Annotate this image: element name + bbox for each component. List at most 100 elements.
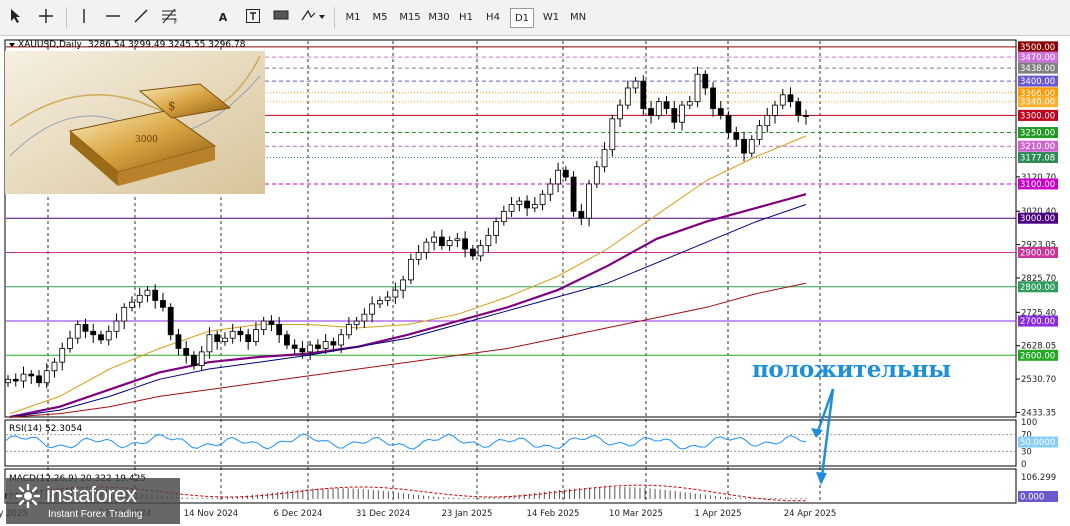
candle-body xyxy=(640,80,647,109)
gold-bar-thumbnail: 3000 $ xyxy=(5,51,265,194)
candle-body xyxy=(741,138,747,154)
candle-body xyxy=(74,324,81,339)
timeframe-m30[interactable]: M30 xyxy=(425,8,453,28)
candle-body xyxy=(686,101,693,106)
candle-body xyxy=(284,334,290,346)
price-axis: 2433.352530.702628.052725.402825.702923.… xyxy=(1016,41,1058,418)
price-level-label: 3340.00 xyxy=(1020,98,1055,108)
price-level-label: 3177.08 xyxy=(1020,154,1055,164)
candle-body xyxy=(345,324,352,336)
price-level-label: 3250.00 xyxy=(1020,129,1055,139)
candle-body xyxy=(407,258,414,281)
candle-body xyxy=(663,101,670,109)
candle-body xyxy=(90,330,97,336)
candle-body xyxy=(415,252,422,260)
candle-body xyxy=(361,313,368,322)
candle-body xyxy=(315,344,321,349)
x-tick-label: 31 Dec 2024 xyxy=(356,509,410,519)
horizontal-line-icon[interactable] xyxy=(102,8,124,28)
x-tick-label: 10 Mar 2025 xyxy=(609,509,663,519)
rsi-tick-label: 100 xyxy=(1021,418,1037,428)
candle-body xyxy=(438,236,445,247)
candle-body xyxy=(276,324,283,336)
shapes-dropdown-icon[interactable] xyxy=(298,8,328,28)
y-tick-label: 2433.35 xyxy=(1021,408,1056,418)
candle-body xyxy=(477,245,484,257)
candle-body xyxy=(51,361,58,372)
candle-body xyxy=(98,334,104,341)
timeframe-h4[interactable]: H4 xyxy=(481,8,505,28)
candle-body xyxy=(206,334,213,353)
timeframe-h1[interactable]: H1 xyxy=(454,8,478,28)
svg-text:F: F xyxy=(174,19,178,24)
candle-body xyxy=(725,115,732,133)
macd-tick-label: 106.299 xyxy=(1021,473,1056,483)
price-level-label: 2900.00 xyxy=(1020,248,1055,258)
candle-body xyxy=(268,320,275,325)
price-level-label: 2700.00 xyxy=(1020,317,1055,327)
candle-body xyxy=(245,334,252,342)
rsi-pane xyxy=(4,419,1017,467)
brand-tagline: Instant Forex Trading xyxy=(48,509,143,520)
candle-body xyxy=(175,334,182,349)
timeframe-m1[interactable]: M1 xyxy=(341,8,365,28)
toolbar-separator xyxy=(334,7,335,29)
candle-body xyxy=(795,101,802,116)
price-level-label: 3438.00 xyxy=(1020,64,1055,74)
candle-body xyxy=(764,115,771,127)
price-level-label: 3400.00 xyxy=(1020,77,1055,87)
candle-body xyxy=(152,289,159,301)
candle-body xyxy=(547,183,554,195)
candle-body xyxy=(214,334,221,342)
candle-body xyxy=(500,210,507,223)
candle-body xyxy=(609,118,616,151)
candle-body xyxy=(485,234,492,247)
candle-body xyxy=(733,132,740,140)
vertical-line-icon[interactable] xyxy=(74,8,94,28)
candle-body xyxy=(260,320,267,331)
timeframe-mn[interactable]: MN xyxy=(565,8,591,28)
candle-body xyxy=(183,348,190,356)
candle-body xyxy=(121,306,128,322)
candle-body xyxy=(82,324,89,332)
candle-body xyxy=(655,101,662,116)
candle-body xyxy=(28,373,35,377)
candle-body xyxy=(593,166,600,185)
rectangle-icon[interactable] xyxy=(270,8,292,28)
symbol-label: XAUUSD,Daily xyxy=(18,40,82,50)
trendline-icon[interactable] xyxy=(130,8,152,28)
svg-text:$: $ xyxy=(168,99,176,113)
candle-body xyxy=(624,87,631,106)
candle-body xyxy=(384,296,391,301)
candle-body xyxy=(229,330,236,339)
candle-body xyxy=(12,378,19,382)
price-chart[interactable]: 2433.352530.702628.052725.402825.702923.… xyxy=(0,36,1070,526)
thumbnail-price-text: 3000 xyxy=(135,135,158,145)
candle-body xyxy=(469,248,476,257)
candle-body xyxy=(113,320,120,332)
crosshair-icon[interactable] xyxy=(34,8,58,28)
timeframe-m5[interactable]: M5 xyxy=(368,8,392,28)
annotation-text: положительны xyxy=(752,356,951,383)
timeframe-d1[interactable]: D1 xyxy=(510,8,534,28)
candle-body xyxy=(570,176,577,212)
text-label-icon[interactable] xyxy=(242,8,264,28)
text-A-icon[interactable]: A xyxy=(212,8,234,28)
fibonacci-icon[interactable]: F xyxy=(158,8,182,28)
candle-body xyxy=(756,125,763,140)
ohlc-readout: 3286.54 3299.49 3245.55 3296.78 xyxy=(88,40,246,50)
x-tick-label: 24 Apr 2025 xyxy=(784,509,837,519)
candle-body xyxy=(648,108,654,116)
timeframe-m15[interactable]: M15 xyxy=(396,8,424,28)
price-level-label: 2800.00 xyxy=(1020,283,1055,293)
candle-body xyxy=(307,344,314,353)
candle-body xyxy=(539,193,546,205)
candle-body xyxy=(322,341,329,349)
timeframe-w1[interactable]: W1 xyxy=(538,8,564,28)
candle-body xyxy=(338,334,345,346)
rsi-tick-label: 30 xyxy=(1021,447,1032,457)
cursor-icon[interactable] xyxy=(6,8,26,28)
candle-body xyxy=(105,330,112,341)
candle-body xyxy=(36,375,42,384)
candle-body xyxy=(748,138,755,154)
